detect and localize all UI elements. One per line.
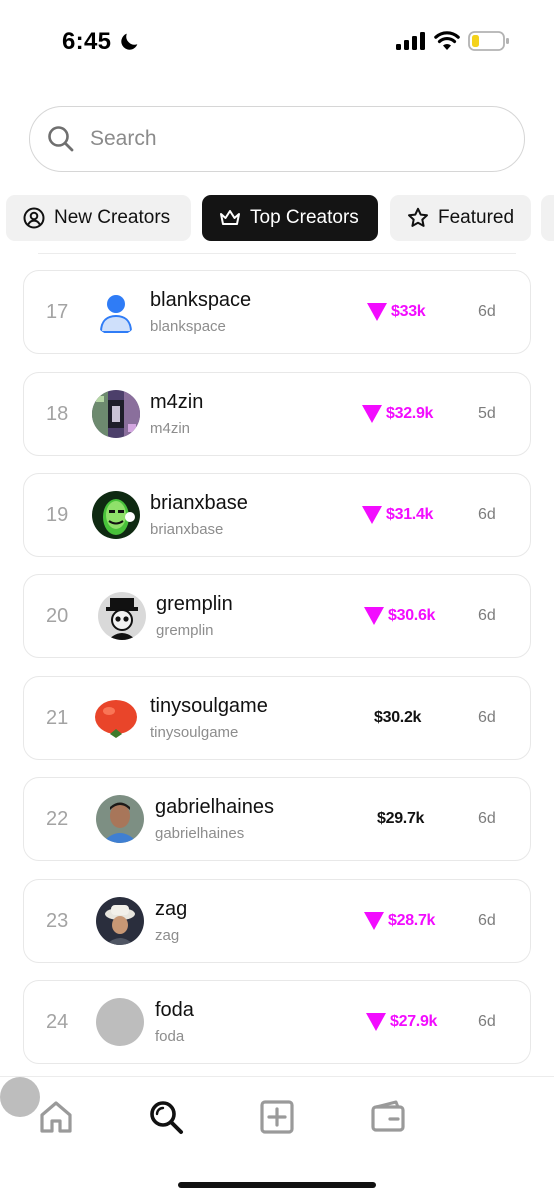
down-triangle-icon [364,607,384,625]
creator-age: 6d [478,303,496,320]
rank: 18 [46,402,69,425]
creator-name: gabrielhaines [155,796,274,818]
bucket-hat-avatar [96,897,144,945]
creator-value: $30.2k [374,709,422,726]
creator-age: 6d [478,506,496,523]
creator-name: blankspace [150,289,252,311]
creator-row[interactable]: 17 blankspace blankspace $33k 6d [23,270,531,354]
photo-avatar [92,390,140,438]
creator-value: $30.6k [364,575,435,657]
search-icon [48,126,74,152]
moon-icon [121,33,138,50]
rank: 21 [46,706,69,729]
creator-name: tinysoulgame [150,695,268,717]
wifi-icon [434,31,460,50]
default-user-avatar [92,288,140,336]
value-text: $32.9k [386,405,434,422]
profile-avatar[interactable] [0,1077,40,1117]
value-text: $31.4k [386,506,434,523]
creator-handle: foda [155,1028,185,1045]
creator-name: zag [155,898,188,920]
tab-label: Featured [438,207,515,228]
rank: 22 [46,807,69,830]
rank: 23 [46,909,69,932]
creator-row[interactable]: 18 m4zin m4zin $32.9k 5d [23,372,531,456]
value-text: $30.6k [388,607,436,624]
creator-value: $28.7k [364,880,435,962]
creator-value: $33k [367,271,426,353]
rank: 24 [46,1010,69,1033]
creator-name: foda [155,999,194,1021]
rank: 19 [46,503,69,526]
value-text: $33k [391,303,426,320]
home-indicator [178,1182,376,1188]
creator-handle: blankspace [150,318,226,335]
green-character-avatar [92,491,140,539]
creator-row[interactable]: 23 zag zag $28.7k 6d [23,879,531,963]
status-time: 6:45 [62,28,112,55]
creator-handle: zag [155,927,180,944]
creator-handle: brianxbase [150,521,224,538]
down-triangle-icon [364,912,384,930]
creator-name: m4zin [150,391,204,413]
battery-icon [468,31,509,51]
search-bar[interactable] [29,106,525,172]
tab-top-creators[interactable]: Top Creators [202,195,378,241]
creator-value: $29.7k [377,810,425,827]
creator-name: brianxbase [150,492,248,514]
star-icon [408,207,428,227]
rank: 20 [46,604,69,627]
rank: 17 [46,300,69,323]
status-bar: 6:45 [0,0,554,80]
creator-age: 6d [478,607,496,624]
down-triangle-icon [362,405,382,423]
creator-name: gremplin [156,593,233,615]
person-photo-avatar [96,795,144,843]
creator-row[interactable]: 20 gremplin gremplin $30.6k 6d [23,574,531,658]
creator-age: 6d [478,810,496,827]
creator-handle: tinysoulgame [150,724,239,741]
creator-value: $31.4k [362,474,433,556]
creator-value: $27.9k [366,981,437,1063]
wallet-icon[interactable] [368,1097,408,1137]
crown-icon [220,210,240,225]
creator-row[interactable]: 19 brianxbase brianxbase $31.4k 6d [23,473,531,557]
search-input[interactable] [90,127,470,151]
category-tabs: New Creators Top Creators Featured [0,195,554,241]
creator-row[interactable]: 24 foda foda $27.9k 6d [23,980,531,1064]
creator-value: $32.9k [362,373,433,455]
creator-age: 6d [478,709,496,726]
skull-hat-avatar [98,592,146,640]
value-text: $28.7k [388,912,436,929]
creator-age: 6d [478,912,496,929]
home-icon[interactable] [36,1097,76,1137]
tab-label: Top Creators [250,207,359,228]
creator-row[interactable]: 21 tinysoulgame tinysoulgame $30.2k 6d [23,676,531,760]
search-icon[interactable] [146,1097,186,1137]
divider [38,253,516,254]
creator-handle: gremplin [156,622,214,639]
tomato-avatar [92,694,140,742]
down-triangle-icon [366,1013,386,1031]
tab-label: New Creators [54,207,171,228]
creator-row[interactable]: 22 gabrielhaines gabrielhaines $29.7k 6d [23,777,531,861]
tab-new-creators[interactable]: New Creators [6,195,191,241]
creator-handle: m4zin [150,420,191,437]
empty-gray-avatar [96,998,144,1046]
value-text: $27.9k [390,1013,438,1030]
tab-featured[interactable]: Featured [390,195,531,241]
creator-age: 5d [478,405,496,422]
creator-age: 6d [478,1013,496,1030]
down-triangle-icon [362,506,382,524]
tab-overflow[interactable] [541,195,554,241]
plus-square-icon[interactable] [257,1097,297,1137]
down-triangle-icon [367,303,387,321]
signal-icon [396,32,425,50]
user-circle-icon [23,207,45,229]
creator-handle: gabrielhaines [155,825,245,842]
